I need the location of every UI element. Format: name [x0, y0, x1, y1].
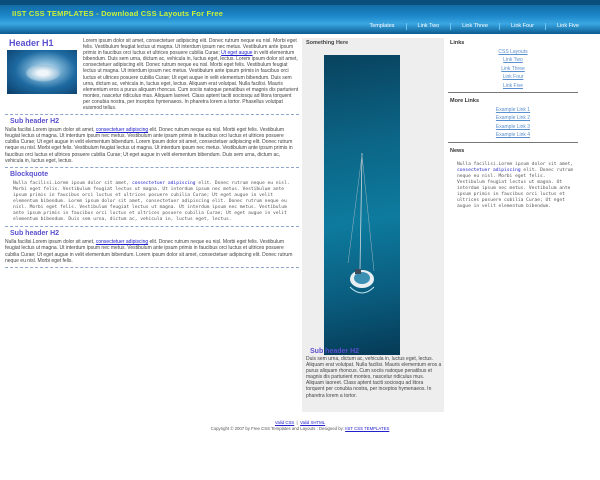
right-sidebar: Links CSS Layouts Link Two Link Three Li… [448, 38, 578, 215]
example-link-3[interactable]: Example Link 3 [496, 123, 530, 131]
sidebar-link-four[interactable]: Link Four [503, 73, 524, 81]
nav-link-three[interactable]: Link Three [451, 23, 499, 30]
copyright-text: Copyright © 2007 by Free CSS Templates a… [210, 426, 346, 432]
sub-paragraph-2: Nulla facilisi.Lorem ipsum dolor sit ame… [5, 239, 299, 263]
links-heading: Links [450, 40, 465, 46]
quote-text-2: elit. Donec rutrum neque eu nisl. Morbi … [13, 180, 290, 223]
intro-link[interactable]: Ut eget augue [221, 50, 252, 56]
h1-section: Header H1 Lorem ipsum dolor sit amet, co… [5, 38, 299, 116]
blockquote: Nulla facilisi.Lorem ipsum dolor sit ame… [13, 181, 295, 224]
links-box: Links CSS Layouts Link Two Link Three Li… [448, 38, 578, 94]
site-title[interactable]: IIST CSS TEMPLATES - Download CSS Layout… [12, 9, 223, 18]
sub-heading-2: Sub header H2 [10, 230, 60, 238]
sub1-text-1: Nulla facilisi.Lorem ipsum dolor sit ame… [5, 127, 96, 134]
example-link-1[interactable]: Example Link 1 [496, 106, 530, 114]
header-bar: IIST CSS TEMPLATES - Download CSS Layout… [0, 0, 600, 34]
page-heading: Header H1 [9, 38, 54, 48]
middle-heading: Something Here [306, 40, 349, 46]
news-link[interactable]: consectetuer adipiscing [457, 168, 521, 173]
sub-heading-1: Sub header H2 [10, 118, 60, 126]
sub1-link[interactable]: consectetuer adipiscing [96, 127, 148, 133]
news-box: News Nulla facilisi.Lorem ipsum dolor si… [448, 146, 578, 213]
news-heading: News [450, 147, 465, 154]
quote-link[interactable]: consectetuer adipiscing [132, 181, 196, 186]
page: IIST CSS TEMPLATES - Download CSS Layout… [0, 0, 600, 480]
sidebar-link-css-layouts[interactable]: CSS Layouts [498, 48, 527, 56]
sidebar-link-two[interactable]: Link Two [503, 56, 523, 64]
sub2-link[interactable]: consectetuer adipiscing [96, 239, 148, 245]
sub1-text-2: elit. Donec rutrum neque eu nisl. Morbi … [5, 127, 293, 164]
sailboat-image [347, 152, 375, 294]
nav-templates[interactable]: Templates [358, 23, 405, 30]
news-text-2: elit. Donec rutrum neque eu nisl. Morbi … [457, 167, 574, 210]
intro-text-2: in velit elementum bibendum. Duis sem ur… [83, 50, 299, 112]
sub2-text-1: Nulla facilisi.Lorem ipsum dolor sit ame… [5, 239, 96, 246]
shark-photo [7, 50, 77, 94]
more-links-box: More Links Example Link 1 Example Link 2… [448, 96, 578, 143]
quote-text-1: Nulla facilisi.Lorem ipsum dolor sit ame… [13, 180, 132, 186]
nav-link-two[interactable]: Link Two [407, 23, 451, 30]
footer: Valid CSS | Valid XHTML Copyright © 2007… [210, 420, 390, 432]
news-paragraph: Nulla facilisi.Lorem ipsum dolor sit ame… [457, 162, 574, 211]
example-link-2[interactable]: Example Link 2 [496, 114, 530, 122]
designer-link[interactable]: IIST CSS TEMPLATES [345, 426, 389, 431]
middle-paragraph: Duis sem urna, dictum ac, vehicula in, l… [306, 356, 442, 399]
news-text-1: Nulla facilisi.Lorem ipsum dolor sit ame… [457, 161, 574, 167]
sub-section-1: Sub header H2 Nulla facilisi.Lorem ipsum… [5, 118, 299, 168]
middle-sub-heading: Sub header H2 [310, 348, 360, 355]
blockquote-heading: Blockquote [10, 170, 49, 178]
main-column: Header H1 Lorem ipsum dolor sit amet, co… [5, 38, 299, 271]
sidebar-link-five[interactable]: Link Five [503, 82, 523, 90]
valid-xhtml-link[interactable]: Valid XHTML [300, 420, 325, 425]
valid-css-link[interactable]: Valid CSS [275, 420, 294, 425]
sailboat-photo [324, 55, 400, 355]
middle-column: Something Here Sub header H2 Duis sem ur… [302, 38, 444, 412]
intro-paragraph: Lorem ipsum dolor sit amet, consectetuer… [83, 38, 299, 111]
sub-paragraph-1: Nulla facilisi.Lorem ipsum dolor sit ame… [5, 127, 299, 164]
more-links-heading: More Links [450, 98, 480, 105]
example-link-4[interactable]: Example Link 4 [496, 131, 530, 139]
nav-link-five[interactable]: Link Five [546, 23, 590, 30]
sidebar-link-three[interactable]: Link Three [501, 65, 525, 73]
top-nav: Templates Link Two Link Three Link Four … [358, 23, 590, 30]
blockquote-section: Blockquote Nulla facilisi.Lorem ipsum do… [5, 171, 299, 228]
nav-link-four[interactable]: Link Four [500, 23, 545, 30]
sub-section-2: Sub header H2 Nulla facilisi.Lorem ipsum… [5, 230, 299, 268]
